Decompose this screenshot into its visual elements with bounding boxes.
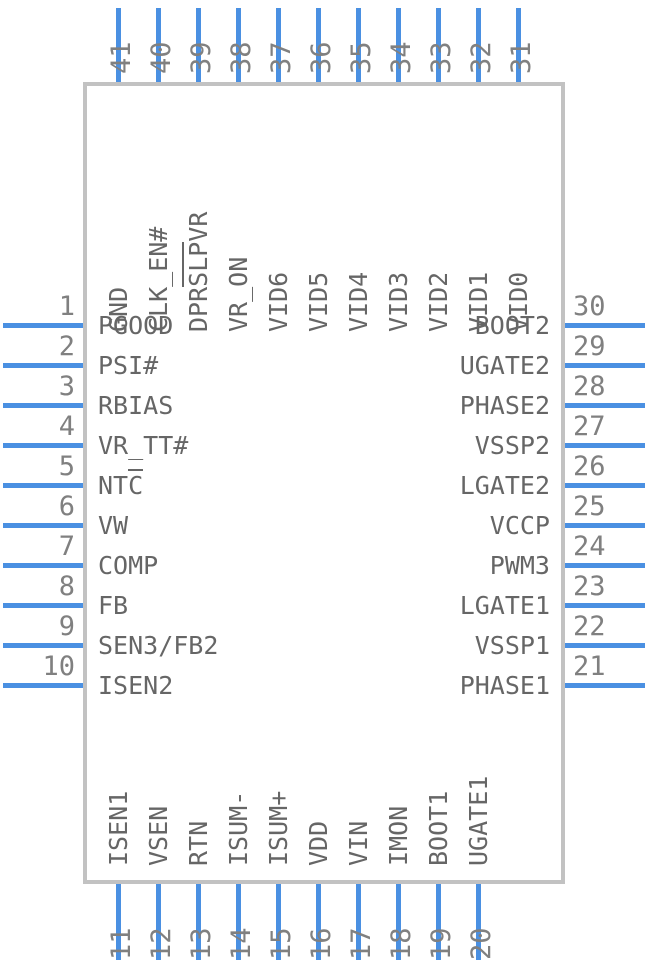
pin-number-30: 30: [573, 291, 606, 322]
pin-number-37: 37: [266, 41, 297, 74]
pin-name-36: VID5: [304, 271, 333, 332]
pin-name-24: PWM3: [489, 551, 550, 580]
pin-number-26: 26: [573, 451, 606, 482]
pin-number-17: 17: [346, 927, 377, 960]
pin-name-19: BOOT1: [424, 790, 453, 866]
pin-number-38: 38: [226, 41, 257, 74]
pin-number-24: 24: [573, 531, 606, 562]
pin-name-14: ISUM-: [224, 790, 253, 866]
pin-name-34: VID3: [384, 271, 413, 332]
pin-number-14: 14: [226, 927, 257, 960]
pin-name-32: VID1: [464, 271, 493, 332]
pin-number-20: 20: [466, 927, 497, 960]
pin-name-12: VSEN: [144, 805, 173, 866]
pin-number-28: 28: [573, 371, 606, 402]
pin-name-13: RTN: [184, 820, 213, 866]
pin-number-13: 13: [186, 927, 217, 960]
lead-pin-28[interactable]: [565, 403, 645, 408]
pin-number-12: 12: [146, 927, 177, 960]
lead-pin-25[interactable]: [565, 523, 645, 528]
pin-number-35: 35: [346, 41, 377, 74]
pin-number-27: 27: [573, 411, 606, 442]
pin-number-39: 39: [186, 41, 217, 74]
pin-name-18: IMON: [384, 805, 413, 866]
pin-name-17: VIN: [344, 820, 373, 866]
pin-number-15: 15: [266, 927, 297, 960]
pin-name-39: DPRSLPVR: [182, 211, 213, 332]
pin-name-35: VID4: [344, 271, 373, 332]
pin-name-11: ISEN1: [104, 790, 133, 866]
pin-name-23: LGATE1: [459, 591, 550, 620]
pin-name-28: PHASE2: [459, 391, 550, 420]
pin-name-40: CLK_EN#: [144, 226, 173, 332]
pin-number-33: 33: [426, 41, 457, 74]
pin-number-18: 18: [386, 927, 417, 960]
lead-pin-21[interactable]: [565, 683, 645, 688]
pin-name-33: VID2: [424, 271, 453, 332]
pin-name-20: UGATE1: [464, 775, 493, 866]
pin-number-25: 25: [573, 491, 606, 522]
pin-number-29: 29: [573, 331, 606, 362]
pin-number-23: 23: [573, 571, 606, 602]
pin-number-32: 32: [466, 41, 497, 74]
pin-number-36: 36: [306, 41, 337, 74]
pinout-diagram: 1 2 3 4 5 6 7 8 9 10 21 22 23 24 25 26 27 28 29 30 31 32 33 34 3…: [0, 0, 648, 968]
pin-number-19: 19: [426, 927, 457, 960]
lead-pin-23[interactable]: [565, 603, 645, 608]
lead-pin-26[interactable]: [565, 483, 645, 488]
pin-name-38: VR_ON: [224, 256, 253, 332]
lead-pin-24[interactable]: [565, 563, 645, 568]
pin-name-25: VCCP: [489, 511, 550, 540]
lead-pin-22[interactable]: [565, 643, 645, 648]
pin-name-16: VDD: [304, 820, 333, 866]
pin-number-11: 11: [106, 927, 137, 960]
pin-name-15: ISUM+: [264, 790, 293, 866]
lead-pin-29[interactable]: [565, 363, 645, 368]
pin-number-40: 40: [146, 41, 177, 74]
pin-number-41: 41: [106, 41, 137, 74]
pin-number-34: 34: [386, 41, 417, 74]
pin-number-22: 22: [573, 611, 606, 642]
pin-name-31: VID0: [504, 271, 533, 332]
pin-number-21: 21: [573, 651, 606, 682]
pin-name-26: LGATE2: [459, 471, 550, 500]
pin-number-16: 16: [306, 927, 337, 960]
pin-number-31: 31: [506, 41, 537, 74]
lead-pin-27[interactable]: [565, 443, 645, 448]
pin-name-37: VID6: [264, 271, 293, 332]
pin-name-29: UGATE2: [459, 351, 550, 380]
lead-pin-30[interactable]: [565, 323, 645, 328]
pin-name-41: GND: [104, 286, 133, 332]
pin-name-27: VSSP2: [474, 431, 550, 460]
